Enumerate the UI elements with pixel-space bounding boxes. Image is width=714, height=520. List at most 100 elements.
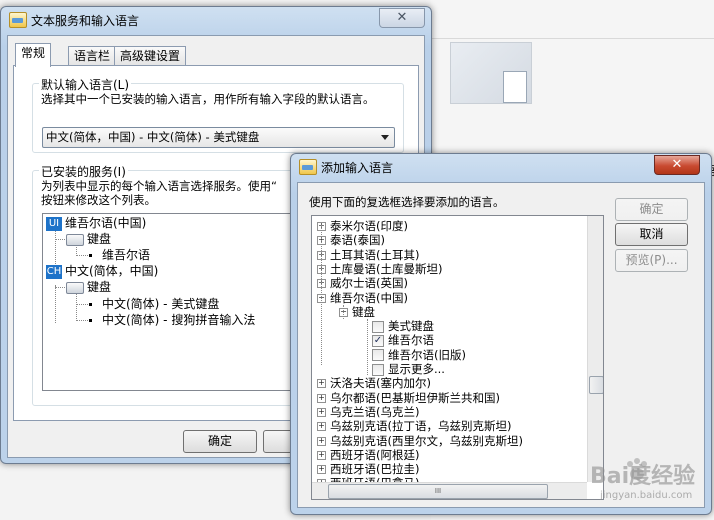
- tab-advanced-key-settings[interactable]: 高级键设置: [114, 46, 187, 66]
- keyboard-option-label: 美式键盘: [388, 319, 434, 334]
- language-list-item[interactable]: + 乌兹别克语(拉丁语，乌兹别克斯坦): [317, 419, 511, 433]
- expand-icon[interactable]: +: [317, 407, 326, 417]
- tab-general[interactable]: 常规: [15, 43, 52, 67]
- keyboard-option[interactable]: 显示更多...: [372, 362, 445, 376]
- dialog-instruction: 使用下面的复选框选择要添加的语言。: [309, 195, 505, 209]
- language-label: 西班牙语(巴拉圭): [330, 462, 420, 477]
- main-window-title: 文本服务和输入语言: [31, 14, 140, 28]
- checkbox-unchecked[interactable]: [372, 349, 384, 362]
- tree-connector: [367, 319, 368, 375]
- language-label: 威尔士语(英国): [330, 276, 408, 291]
- language-list-item[interactable]: + 乌兹别克语(西里尔文，乌兹别克斯坦): [317, 434, 523, 448]
- installed-services-description-2: 按钮来修改这个列表。: [41, 193, 156, 207]
- keyboard-option[interactable]: 维吾尔语(旧版): [372, 348, 466, 362]
- tree-item-label: 键盘: [87, 280, 112, 294]
- keyboard-node-label: 键盘: [352, 304, 375, 319]
- language-list-item[interactable]: + 泰语(泰国): [317, 233, 385, 247]
- app-icon: [299, 159, 317, 175]
- chevron-down-icon: [381, 135, 389, 140]
- expand-icon[interactable]: +: [317, 465, 326, 475]
- vertical-scrollbar[interactable]: [587, 216, 603, 482]
- keyboard-option-label: 维吾尔语: [388, 333, 434, 348]
- language-badge-icon: CH: [46, 264, 62, 279]
- watermark-text: Bai度经验: [590, 464, 696, 489]
- tree-item-uyghur-keyboard[interactable]: 键盘: [66, 231, 111, 247]
- keyboard-option-label: 维吾尔语(旧版): [388, 347, 466, 362]
- main-close-button[interactable]: ✕: [379, 8, 425, 28]
- tree-connector: [321, 225, 322, 365]
- tree-item-uyghur-layout[interactable]: 维吾尔语: [87, 247, 150, 263]
- language-label: 乌克兰语(乌克兰): [330, 404, 420, 419]
- language-badge-icon: UI: [46, 216, 62, 231]
- checkbox-unchecked[interactable]: [372, 320, 384, 333]
- expand-icon[interactable]: +: [317, 379, 326, 389]
- dialog-close-button[interactable]: ✕: [654, 155, 700, 175]
- background-thumbnail: [450, 42, 532, 104]
- dialog-title: 添加输入语言: [321, 161, 394, 175]
- keyboard-option-label: 显示更多...: [388, 362, 445, 376]
- keyboard-node[interactable]: − 键盘: [339, 305, 375, 319]
- tree-item-chinese-keyboard[interactable]: 键盘: [66, 279, 111, 295]
- dialog-titlebar[interactable]: 添加输入语言 ✕: [291, 154, 711, 180]
- keyboard-option[interactable]: 美式键盘: [372, 319, 434, 333]
- bullet-icon: [89, 303, 92, 306]
- expand-icon[interactable]: +: [317, 393, 326, 403]
- language-label: 乌尔都语(巴基斯坦伊斯兰共和国): [330, 390, 500, 405]
- horizontal-scrollbar[interactable]: III: [312, 482, 587, 499]
- language-label: 维吾尔语(中国): [330, 290, 408, 305]
- tab-language-bar[interactable]: 语言栏: [68, 46, 117, 66]
- language-label: 泰语(泰国): [330, 233, 385, 248]
- language-label: 西班牙语(阿根廷): [330, 447, 420, 462]
- main-titlebar[interactable]: 文本服务和输入语言 ✕: [1, 7, 431, 33]
- tree-connector: [343, 305, 344, 319]
- language-list-item[interactable]: + 西班牙语(巴拉圭): [317, 462, 419, 476]
- language-list-item[interactable]: + 沃洛夫语(塞内加尔): [317, 376, 431, 390]
- bullet-icon: [89, 319, 92, 322]
- language-label: 土耳其语(土耳其): [330, 247, 420, 262]
- dialog-cancel-button[interactable]: 取消: [615, 223, 688, 246]
- horizontal-scroll-thumb[interactable]: III: [328, 484, 548, 499]
- keyboard-option[interactable]: ✓ 维吾尔语: [372, 333, 434, 347]
- language-list-item[interactable]: + 乌尔都语(巴基斯坦伊斯兰共和国): [317, 391, 500, 405]
- language-list-item[interactable]: + 土库曼语(土库曼斯坦): [317, 262, 442, 276]
- language-list[interactable]: + 泰米尔语(印度) + 泰语(泰国) + 土耳其语(土耳其) + 土库曼语(土库曼斯坦) + 威…: [311, 215, 604, 500]
- vertical-scroll-thumb[interactable]: [589, 376, 603, 394]
- keyboard-icon: [66, 281, 84, 294]
- language-list-item[interactable]: + 乌克兰语(乌克兰): [317, 405, 419, 419]
- watermark-url: jingyan.baidu.com: [600, 490, 693, 501]
- checkbox-checked[interactable]: ✓: [372, 334, 384, 347]
- default-language-description: 选择其中一个已安装的输入语言，用作所有输入字段的默认语言。: [41, 92, 375, 106]
- language-list-item[interactable]: + 土耳其语(土耳其): [317, 248, 419, 262]
- tree-item-label: 键盘: [87, 232, 112, 246]
- tree-item-label: 中文(简体) - 搜狗拼音输入法: [102, 313, 256, 327]
- language-label: 乌兹别克语(拉丁语，乌兹别克斯坦): [330, 419, 512, 434]
- language-list-item[interactable]: + 泰米尔语(印度): [317, 219, 408, 233]
- tree-item-label: 中文(简体，中国): [65, 264, 159, 278]
- tree-item-label: 中文(简体) - 美式键盘: [102, 297, 220, 311]
- language-label: 沃洛夫语(塞内加尔): [330, 376, 431, 391]
- tree-item-chinese-us-keyboard[interactable]: 中文(简体) - 美式键盘: [87, 296, 219, 312]
- bullet-icon: [89, 254, 92, 257]
- tree-item-chinese-sogou[interactable]: 中文(简体) - 搜狗拼音输入法: [87, 312, 255, 328]
- checkbox-unchecked[interactable]: [372, 363, 384, 376]
- tree-item-label: 维吾尔语(中国): [65, 216, 147, 230]
- dialog-preview-button[interactable]: 预览(P)...: [615, 249, 688, 272]
- language-label: 泰米尔语(印度): [330, 219, 408, 233]
- expand-icon[interactable]: +: [317, 436, 326, 446]
- language-label: 乌兹别克语(西里尔文，乌兹别克斯坦): [330, 433, 523, 448]
- tree-item-uyghur[interactable]: UI 维吾尔语(中国): [46, 215, 146, 231]
- language-list-item[interactable]: + 威尔士语(英国): [317, 276, 408, 290]
- language-label: 土库曼语(土库曼斯坦): [330, 261, 443, 276]
- language-list-item-expanded[interactable]: − 维吾尔语(中国): [317, 291, 408, 305]
- dialog-ok-button[interactable]: 确定: [615, 198, 688, 221]
- tree-item-chinese[interactable]: CH 中文(简体，中国): [46, 263, 158, 279]
- background-divider: [431, 38, 714, 39]
- expand-icon[interactable]: +: [317, 422, 326, 432]
- language-list-item[interactable]: + 西班牙语(阿根廷): [317, 448, 419, 462]
- default-language-select[interactable]: 中文(简体，中国) - 中文(简体) - 美式键盘: [42, 127, 395, 148]
- tree-item-label: 维吾尔语: [102, 248, 151, 262]
- app-icon: [9, 12, 27, 28]
- keyboard-icon: [66, 233, 84, 246]
- expand-icon[interactable]: +: [317, 450, 326, 460]
- main-ok-button[interactable]: 确定: [183, 430, 257, 453]
